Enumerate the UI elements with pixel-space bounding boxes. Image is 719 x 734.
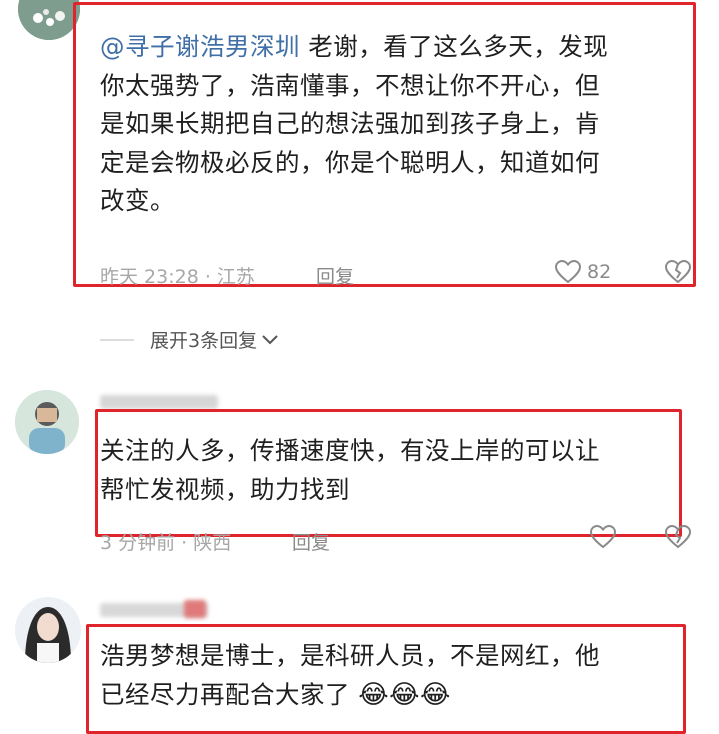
avatar-image [18, 0, 80, 40]
comment-1-text: @寻子谢浩男深圳 老谢，看了这么多天，发现 你太强势了，浩南懂事，不想让你不开心… [100, 28, 690, 221]
heart-outline-icon [590, 525, 616, 549]
comment-text-line: 改变。 [100, 186, 175, 215]
avatar[interactable] [15, 597, 81, 663]
comment-timestamp: 3 分钟前 · 陕西 [100, 532, 232, 554]
comment-text-line: 浩男梦想是博士，是科研人员，不是网红，他 [100, 641, 600, 670]
mention-link[interactable]: @寻子谢浩男深圳 [100, 32, 300, 61]
comment-text-line: 定是会物极必反的，你是个聪明人，知道如何 [100, 147, 600, 177]
laughing-tears-emoji: 😂😂😂 [358, 679, 451, 710]
broken-heart-icon [664, 524, 692, 549]
comment-text-line: 你太强势了，浩南懂事，不想让你不开心，但 [100, 70, 600, 100]
like-button[interactable]: 82 [555, 260, 611, 284]
avatar-image [15, 390, 79, 454]
heart-outline-icon [555, 260, 581, 284]
reply-button[interactable]: 回复 [292, 528, 330, 555]
comment-text-line: 已经尽力再配合大家了 [100, 679, 350, 709]
comment-2-text: 关注的人多，传播速度快，有没上岸的可以让 帮忙发视频，助力找到 [100, 432, 680, 509]
divider-line [100, 338, 134, 341]
dislike-button[interactable] [664, 524, 692, 553]
expand-replies-label: 展开3条回复 [150, 330, 258, 352]
broken-heart-icon [664, 259, 692, 284]
comment-text-line: 关注的人多，传播速度快，有没上岸的可以让 [100, 436, 600, 465]
comment-text-line: 老谢，看了这么多天，发现 [308, 32, 609, 61]
comment-text-line: 帮忙发视频，助力找到 [100, 474, 350, 504]
chevron-down-icon [262, 334, 278, 344]
user-badge-blurred [184, 600, 206, 618]
avatar[interactable] [18, 0, 80, 40]
expand-replies-button[interactable]: 展开3条回复 [100, 326, 279, 353]
comment-3-text: 浩男梦想是博士，是科研人员，不是网红，他 已经尽力再配合大家了 😂😂😂 [100, 637, 680, 714]
avatar-image [15, 597, 81, 663]
dislike-button[interactable] [664, 259, 692, 288]
like-button[interactable] [590, 525, 616, 549]
comment-timestamp: 昨天 23:28 · 江苏 [100, 266, 255, 288]
comment-text-line: 是如果长期把自己的想法强加到孩子身上，肯 [100, 109, 600, 138]
avatar[interactable] [15, 390, 79, 454]
like-count: 82 [587, 261, 612, 283]
username-blurred[interactable] [100, 395, 218, 409]
reply-button[interactable]: 回复 [316, 262, 354, 289]
